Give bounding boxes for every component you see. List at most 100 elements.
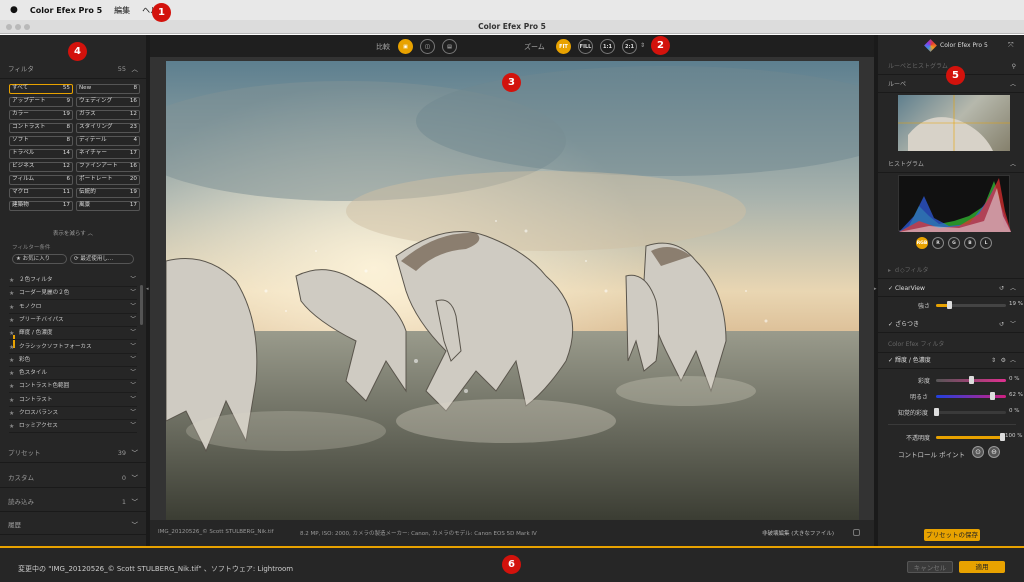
category-button[interactable]: すべて 55 <box>9 84 73 94</box>
star-icon[interactable]: ★ <box>9 354 14 367</box>
chevron-down-icon[interactable]: ﹀ <box>130 274 136 287</box>
menu-edit[interactable]: 編集 <box>114 5 130 16</box>
apply-button[interactable]: 適用 <box>959 561 1005 573</box>
category-button[interactable]: ビジネス 12 <box>9 162 73 172</box>
checkmark-icon[interactable]: ✓ <box>888 357 893 364</box>
star-icon[interactable]: ★ <box>9 274 14 287</box>
star-icon[interactable]: ★ <box>9 301 14 314</box>
star-icon[interactable]: ★ <box>9 314 14 327</box>
zoom-fill-button[interactable]: FILL <box>578 39 593 54</box>
show-less-toggle[interactable]: 表示を減らす ︿ <box>9 229 137 237</box>
filter-list-scrollbar[interactable] <box>140 285 143 325</box>
star-icon[interactable]: ★ <box>9 420 14 433</box>
filter-list-item[interactable]: ★ 彩色 ﹀ <box>9 354 137 367</box>
filter-list-item[interactable]: ★ クロスバランス ﹀ <box>9 407 137 420</box>
histogram-channel-g-button[interactable]: G <box>948 237 960 249</box>
category-button[interactable]: ディテール 4 <box>76 136 140 146</box>
add-control-point-button[interactable]: ⊙ <box>972 446 984 458</box>
save-preset-button[interactable]: プリセットの保存 <box>924 529 980 541</box>
filter-list-item[interactable]: ★ コントラスト色範囲 ﹀ <box>9 380 137 394</box>
filter-list-item[interactable]: ★ 輝度 / 色濃度 ﹀ <box>9 327 137 341</box>
chevron-down-icon[interactable]: ﹀ <box>130 420 136 433</box>
zoom-2-1-button[interactable]: 2:1 <box>622 39 637 54</box>
star-icon[interactable]: ★ <box>9 394 14 407</box>
strength-slider-handle[interactable] <box>946 301 952 309</box>
category-button[interactable]: New 8 <box>76 84 140 94</box>
category-button[interactable]: ウェディング 16 <box>76 97 140 107</box>
gear-icon[interactable]: ⚙ <box>1001 353 1006 369</box>
category-button[interactable]: 伝統的 19 <box>76 188 140 198</box>
history-section-header[interactable]: 履歴 ﹀ <box>0 515 146 535</box>
filter-list-item[interactable]: ★ ２色フィルタ ﹀ <box>9 274 137 287</box>
reorder-icon[interactable]: ⇕ <box>991 353 996 369</box>
loupe-preview[interactable] <box>898 95 1010 151</box>
border-filter-section[interactable]: ▸ ｄ◇フィルタ <box>878 263 1024 279</box>
star-icon[interactable]: ★ <box>9 327 14 340</box>
brightness-contrast-header[interactable]: ✓ 輝度 / 色濃度 ⇕ ⚙ ︿ <box>878 353 1024 369</box>
category-button[interactable]: スタイリング 23 <box>76 123 140 133</box>
category-button[interactable]: コントラスト 8 <box>9 123 73 133</box>
favorites-pill[interactable]: ★ お気に入り <box>12 254 67 264</box>
chevron-down-icon[interactable]: ﹀ <box>130 301 136 314</box>
presets-section-header[interactable]: プリセット 39 ﹀ <box>0 443 146 463</box>
filter-list-item[interactable]: ★ コーダー見麗の２色 ﹀ <box>9 287 137 301</box>
chevron-down-icon[interactable]: ﹀ <box>130 354 136 367</box>
chevron-down-icon[interactable]: ﹀ <box>130 327 136 340</box>
apple-icon[interactable]: ● <box>10 5 18 15</box>
category-button[interactable]: ガラス 12 <box>76 110 140 120</box>
import-section-header[interactable]: 読み込み 1 ﹀ <box>0 492 146 512</box>
star-icon[interactable]: ★ <box>9 367 14 380</box>
perceived-saturation-slider-handle[interactable] <box>933 408 939 416</box>
opacity-slider-handle[interactable] <box>999 433 1005 441</box>
filters-section-header[interactable]: フィルタ 55 ︿ <box>0 59 146 79</box>
category-button[interactable]: カラー 19 <box>9 110 73 120</box>
nondestructive-checkbox[interactable] <box>853 529 860 536</box>
category-button[interactable]: アップデート 9 <box>9 97 73 107</box>
category-button[interactable]: ポートレート 20 <box>76 175 140 185</box>
image-canvas[interactable] <box>150 57 874 522</box>
minimize-window-button[interactable] <box>15 24 21 30</box>
filter-list-item[interactable]: ★ 色スタイル ﹀ <box>9 367 137 381</box>
zoom-stepper-icon[interactable]: ⇕ <box>640 42 645 49</box>
filter-list-item[interactable]: ★ ロッミアクセス ﹀ <box>9 420 137 434</box>
filter-list-item[interactable]: ★ コントラスト ﹀ <box>9 394 137 407</box>
histogram-channel-r-button[interactable]: R <box>932 237 944 249</box>
star-icon[interactable]: ★ <box>9 287 14 300</box>
zoom-1-1-button[interactable]: 1:1 <box>600 39 615 54</box>
strength-slider[interactable] <box>936 301 1006 309</box>
filter-list-item[interactable]: ★ モノクロ ﹀ <box>9 301 137 314</box>
saturation-slider-handle[interactable] <box>968 376 974 384</box>
side-by-side-button[interactable]: ▤ <box>442 39 457 54</box>
checkmark-icon[interactable]: ✓ <box>888 321 893 328</box>
chevron-down-icon[interactable]: ﹀ <box>130 367 136 380</box>
cancel-button[interactable]: キャンセル <box>907 561 953 573</box>
collapse-right-icon[interactable]: ▸ <box>874 286 877 292</box>
perceived-saturation-slider[interactable] <box>933 408 1006 416</box>
preview-toggle-button[interactable]: ▣ <box>398 39 413 54</box>
brightness-slider[interactable] <box>936 392 1006 400</box>
collapse-panel-icon[interactable]: ⤧ <box>1008 41 1014 50</box>
chevron-down-icon[interactable]: ﹀ <box>130 314 136 327</box>
category-button[interactable]: ネイチャー 17 <box>76 149 140 159</box>
histogram-channel-l-button[interactable]: L <box>980 237 992 249</box>
checkmark-icon[interactable]: ✓ <box>888 285 893 292</box>
category-button[interactable]: ファインアート 16 <box>76 162 140 172</box>
histogram-header[interactable]: ヒストグラム ︿ <box>878 157 1024 173</box>
star-icon[interactable]: ★ <box>9 380 14 393</box>
reset-icon[interactable]: ↺ <box>999 317 1004 333</box>
clearview-header[interactable]: ✓ ClearView ↺ ︿ <box>878 281 1024 297</box>
chevron-down-icon[interactable]: ﹀ <box>130 287 136 300</box>
category-button[interactable]: トラベル 14 <box>9 149 73 159</box>
chevron-down-icon[interactable]: ﹀ <box>130 394 136 407</box>
histogram-channel-b-button[interactable]: B <box>964 237 976 249</box>
star-icon[interactable]: ★ <box>9 407 14 420</box>
filter-list-item[interactable]: ★ ブリーチバイパス ﹀ <box>9 314 137 327</box>
brightness-slider-handle[interactable] <box>990 392 996 400</box>
saturation-slider[interactable] <box>936 376 1006 384</box>
chevron-down-icon[interactable]: ﹀ <box>130 407 136 420</box>
category-button[interactable]: 建築物 17 <box>9 201 73 211</box>
category-button[interactable]: フィルム 6 <box>9 175 73 185</box>
reset-icon[interactable]: ↺ <box>999 281 1004 297</box>
grain-header[interactable]: ✓ ざらつき ↺ ﹀ <box>878 317 1024 333</box>
split-compare-button[interactable]: ◫ <box>420 39 435 54</box>
